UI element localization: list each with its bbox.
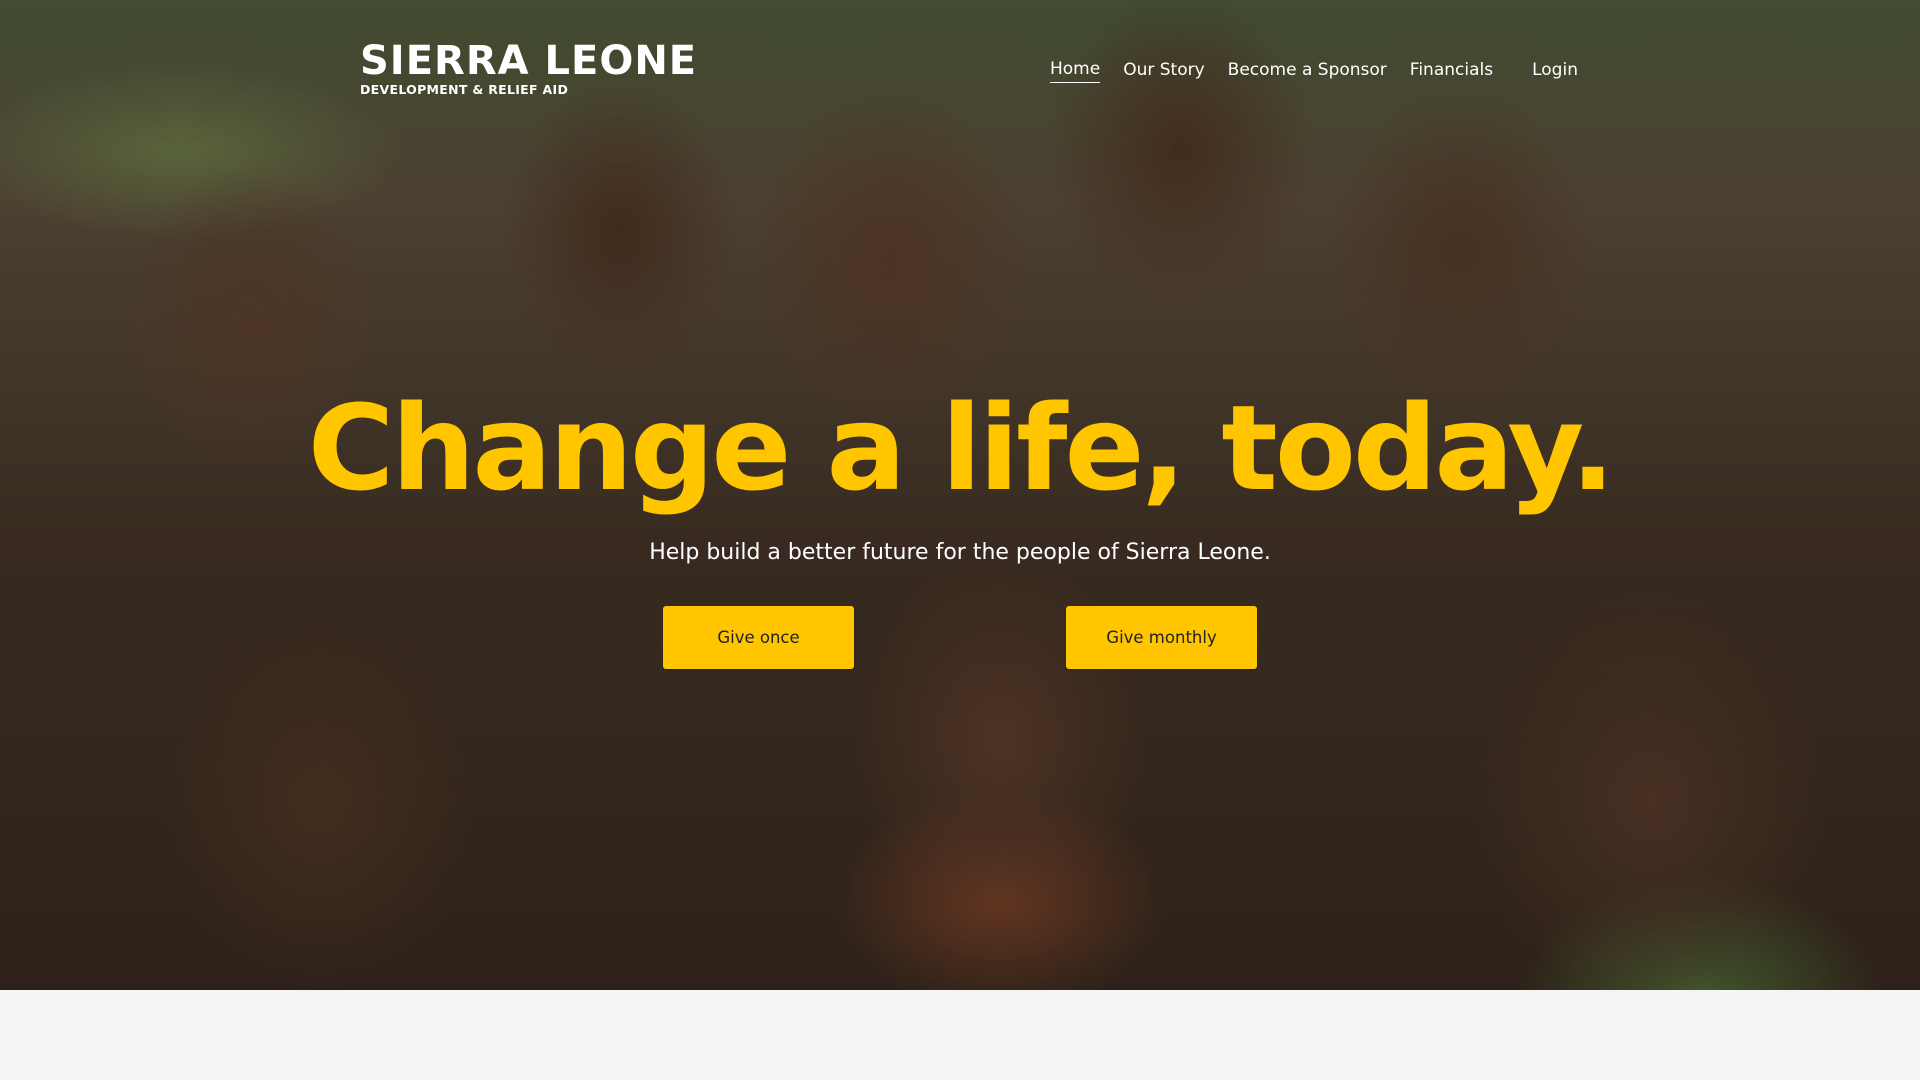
- content-section: [0, 990, 1920, 1080]
- logo-title: SIERRA LEONE: [360, 38, 698, 84]
- hero-subheadline: Help build a better future for the peopl…: [649, 540, 1271, 565]
- give-once-button[interactable]: Give once: [663, 606, 854, 669]
- nav-item-financials[interactable]: Financials: [1410, 60, 1493, 83]
- hero-section: SIERRA LEONE DEVELOPMENT & RELIEF AID Ho…: [0, 0, 1920, 990]
- nav-login-link[interactable]: Login: [1532, 60, 1578, 83]
- site-logo[interactable]: SIERRA LEONE DEVELOPMENT & RELIEF AID: [360, 38, 698, 97]
- nav-item-become-a-sponsor[interactable]: Become a Sponsor: [1228, 60, 1387, 83]
- hero-headline: Change a life, today.: [307, 379, 1616, 517]
- logo-subtitle: DEVELOPMENT & RELIEF AID: [360, 82, 569, 97]
- give-monthly-button[interactable]: Give monthly: [1066, 606, 1257, 669]
- main-nav: Home Our Story Become a Sponsor Financia…: [1050, 56, 1578, 86]
- nav-item-home[interactable]: Home: [1050, 59, 1101, 83]
- nav-item-our-story[interactable]: Our Story: [1123, 60, 1204, 83]
